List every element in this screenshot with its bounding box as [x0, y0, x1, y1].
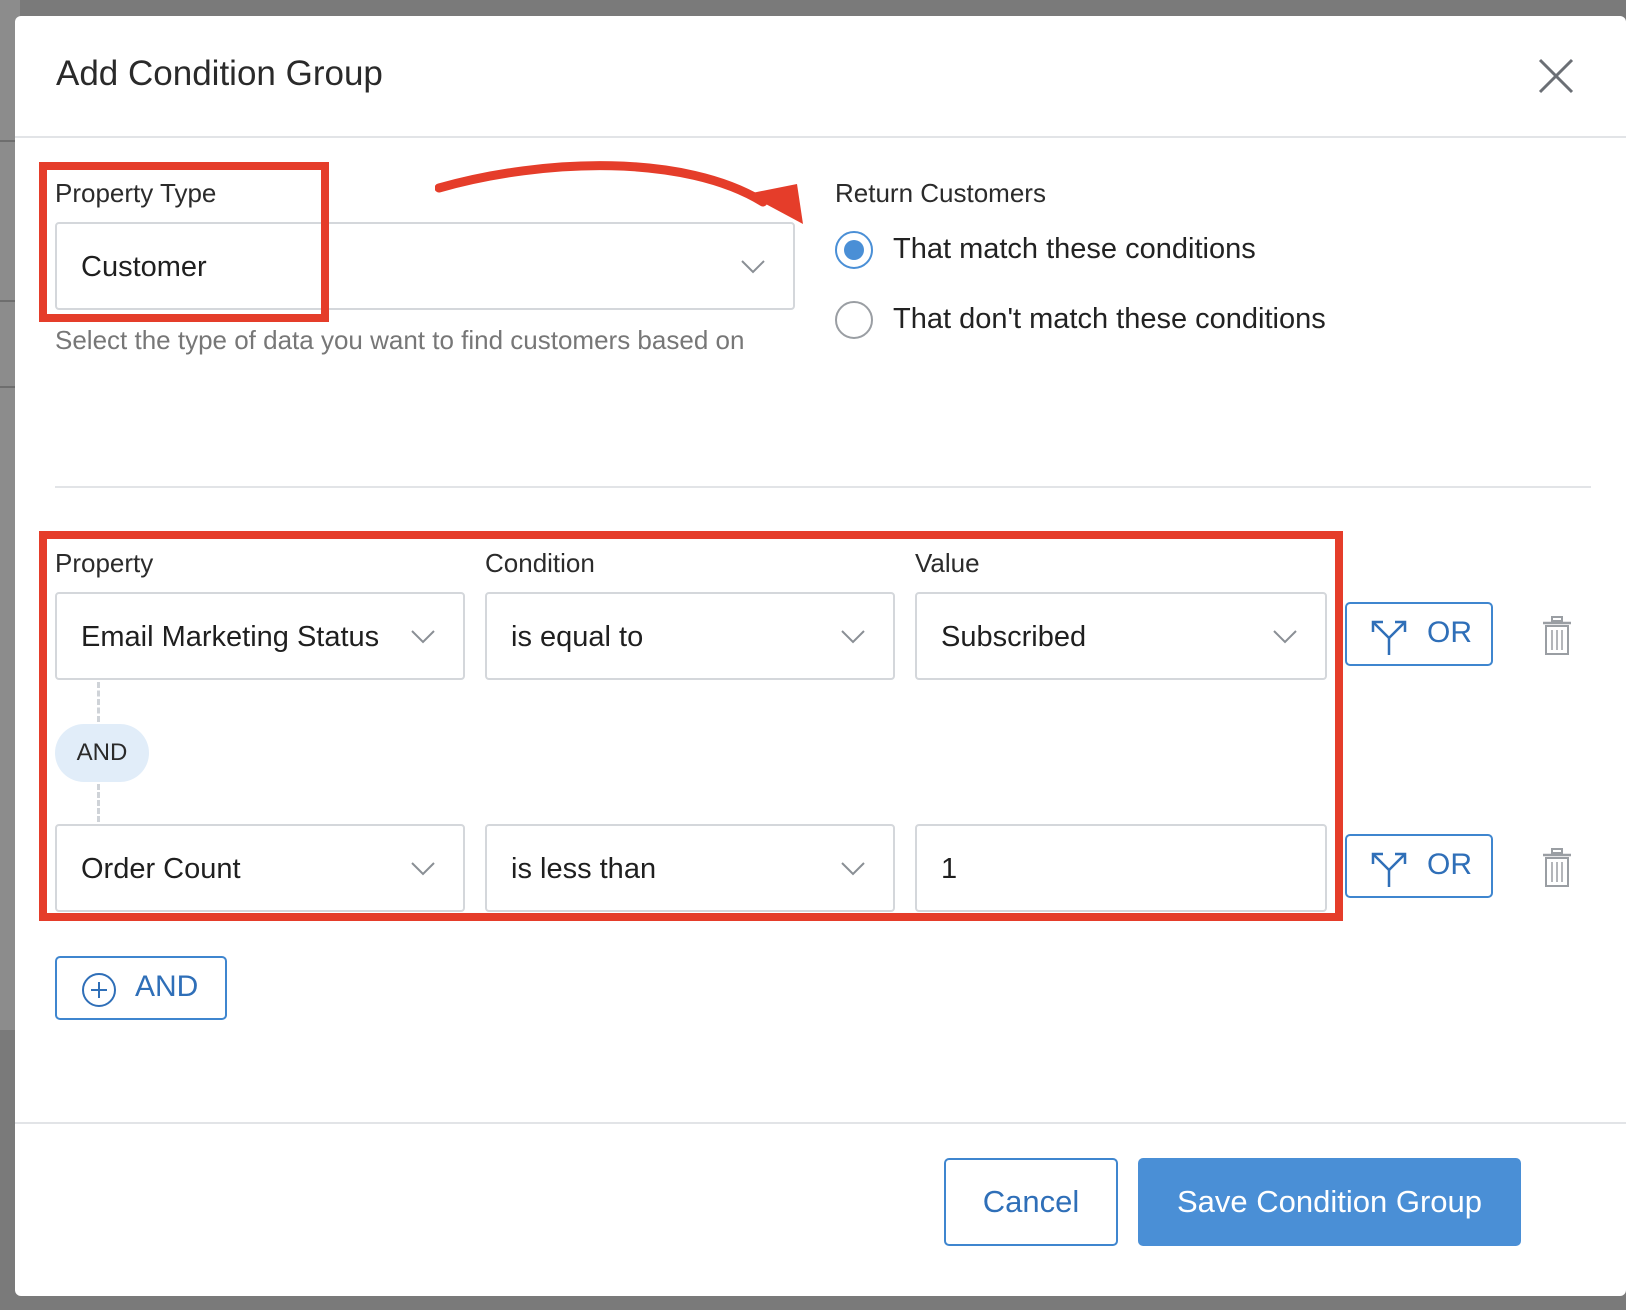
condition-column-label: Condition: [485, 548, 595, 578]
background-divider: [0, 386, 16, 388]
property-value: Email Marketing Status: [81, 621, 380, 653]
or-button[interactable]: OR: [1345, 602, 1493, 666]
and-connector-badge: AND: [55, 724, 149, 782]
radio-label: That match these conditions: [893, 233, 1256, 265]
property-type-help: Select the type of data you want to find…: [55, 325, 745, 355]
close-icon: [1538, 58, 1574, 94]
chevron-down-icon: [741, 260, 765, 274]
chevron-down-icon: [841, 630, 865, 644]
radio-button-selected[interactable]: [835, 231, 873, 269]
connector-line: [97, 784, 100, 822]
header-divider: [15, 136, 1626, 138]
chevron-down-icon: [1273, 630, 1297, 644]
property-value: Order Count: [81, 853, 241, 885]
dialog-title: Add Condition Group: [56, 54, 383, 93]
add-and-label: AND: [135, 970, 199, 1003]
connector-line: [97, 682, 100, 722]
return-customers-label: Return Customers: [835, 178, 1046, 208]
property-select[interactable]: Order Count: [55, 824, 465, 912]
section-divider: [55, 486, 1591, 488]
property-type-label: Property Type: [55, 178, 217, 208]
dialog-header: Add Condition Group: [15, 16, 1626, 136]
radio-button[interactable]: [835, 301, 873, 339]
or-button[interactable]: OR: [1345, 834, 1493, 898]
value-input[interactable]: 1: [915, 824, 1327, 912]
chevron-down-icon: [411, 862, 435, 876]
or-label: OR: [1427, 616, 1472, 649]
value-select[interactable]: Subscribed: [915, 592, 1327, 680]
condition-select[interactable]: is less than: [485, 824, 895, 912]
or-label: OR: [1427, 848, 1472, 881]
trash-icon: [1543, 616, 1571, 655]
radio-match[interactable]: That match these conditions: [835, 231, 1395, 275]
property-type-value: Customer: [81, 251, 207, 283]
save-condition-group-button[interactable]: Save Condition Group: [1138, 1158, 1521, 1246]
property-type-select[interactable]: Customer: [55, 222, 795, 310]
background-divider: [0, 300, 16, 302]
close-button[interactable]: [1536, 56, 1576, 96]
footer-divider: [15, 1122, 1626, 1124]
chevron-down-icon: [411, 630, 435, 644]
condition-select[interactable]: is equal to: [485, 592, 895, 680]
plus-circle-icon: [82, 973, 116, 1007]
chevron-down-icon: [841, 862, 865, 876]
radio-dont-match[interactable]: That don't match these conditions: [835, 301, 1395, 345]
delete-condition-button[interactable]: [1542, 848, 1572, 888]
add-and-button[interactable]: AND: [55, 956, 227, 1020]
property-select[interactable]: Email Marketing Status: [55, 592, 465, 680]
value-value: 1: [941, 853, 958, 885]
value-value: Subscribed: [941, 621, 1087, 653]
value-column-label: Value: [915, 548, 980, 578]
cancel-button[interactable]: Cancel: [944, 1158, 1118, 1246]
radio-label: That don't match these conditions: [893, 303, 1326, 335]
property-column-label: Property: [55, 548, 154, 578]
background-divider: [0, 140, 16, 142]
delete-condition-button[interactable]: [1542, 616, 1572, 656]
add-condition-group-dialog: Add Condition Group Property Type Custom…: [15, 16, 1626, 1296]
branch-icon: [1371, 852, 1407, 887]
condition-value: is less than: [511, 853, 657, 885]
trash-icon: [1543, 848, 1571, 887]
condition-value: is equal to: [511, 621, 644, 653]
branch-icon: [1371, 620, 1407, 655]
